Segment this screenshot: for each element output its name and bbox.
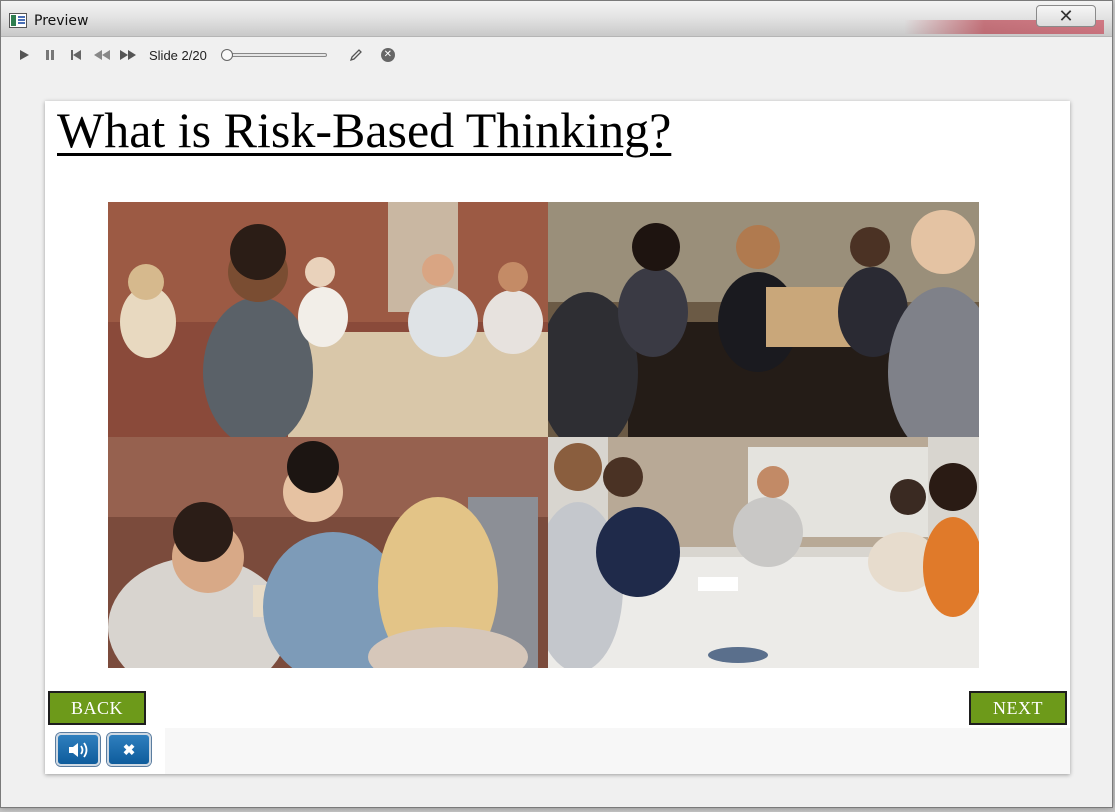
- photo-meeting-applause: [108, 202, 548, 437]
- slide-title: What is Risk-Based Thinking?: [57, 102, 672, 158]
- slide-counter: Slide 2/20: [149, 47, 207, 63]
- photo-coworkers-coffee-chat: [108, 437, 548, 668]
- next-button[interactable]: NEXT: [969, 691, 1067, 725]
- photo-team-laptop-discussion: [548, 202, 979, 437]
- progress-slider[interactable]: [220, 48, 329, 62]
- progress-track: [222, 53, 327, 57]
- slide-controls-bar: ✖: [45, 728, 1070, 774]
- first-slide-button[interactable]: [63, 43, 89, 67]
- rewind-button[interactable]: [89, 43, 115, 67]
- fast-forward-icon: [120, 50, 136, 60]
- back-button[interactable]: BACK: [48, 691, 146, 725]
- title-bar: Preview ✕: [1, 1, 1112, 37]
- pause-icon: [46, 50, 54, 60]
- window-title: Preview: [34, 13, 89, 29]
- edit-button[interactable]: [343, 43, 369, 67]
- rewind-icon: [94, 50, 110, 60]
- speaker-icon: [69, 741, 88, 758]
- photo-conference-table-meeting: [548, 437, 979, 668]
- fast-forward-button[interactable]: [115, 43, 141, 67]
- photo-collage: [108, 202, 979, 668]
- player-toolbar: Slide 2/20 ✕: [11, 41, 611, 69]
- pause-button[interactable]: [37, 43, 63, 67]
- circle-x-icon[interactable]: ✕: [380, 48, 395, 62]
- app-icon: [9, 13, 27, 28]
- preview-window: Preview ✕ Slide 2/20 ✕ What is Risk-Base…: [0, 0, 1113, 808]
- progress-knob[interactable]: [220, 49, 233, 61]
- pencil-icon: [349, 49, 362, 62]
- close-slide-button[interactable]: ✖: [107, 733, 151, 766]
- audio-button[interactable]: [56, 733, 100, 766]
- window-close-button[interactable]: ✕: [1036, 5, 1096, 27]
- play-icon: [20, 50, 29, 60]
- skip-to-start-icon: [71, 50, 81, 60]
- slide-canvas: What is Risk-Based Thinking? BACK NEXT ✖: [45, 101, 1070, 774]
- play-button[interactable]: [11, 43, 37, 67]
